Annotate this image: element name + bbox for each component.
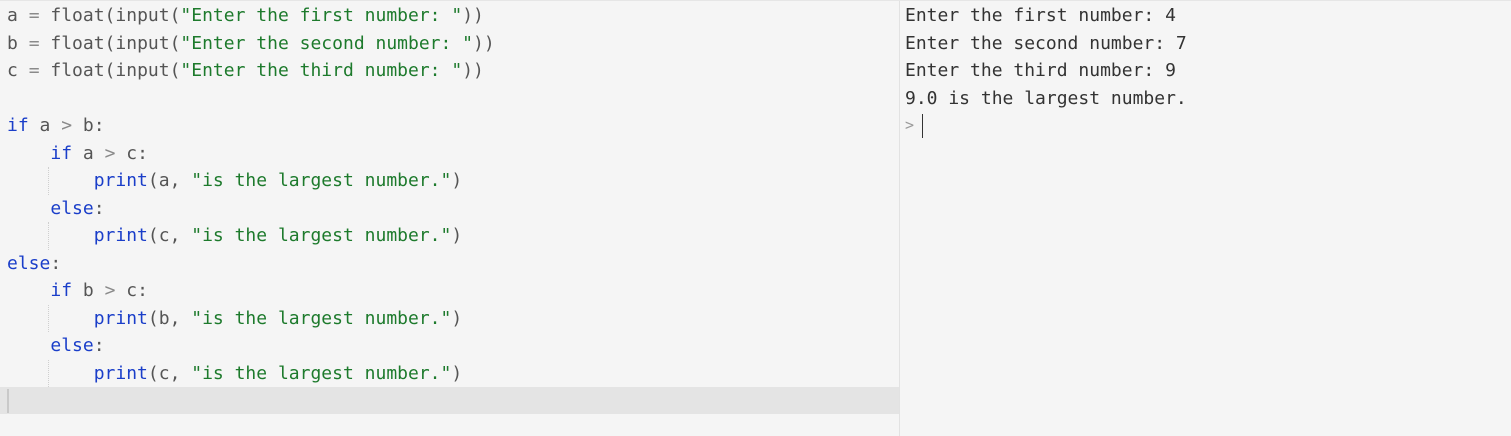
code-token: "is the largest number." [191, 362, 452, 384]
code-line[interactable]: a = float(input("Enter the first number:… [0, 2, 899, 30]
code-token: "is the largest number." [191, 170, 452, 191]
code-token: ) [451, 307, 463, 329]
console-output[interactable]: Enter the first number: 4 Enter the seco… [900, 1, 1511, 436]
code-token: > [104, 142, 116, 164]
code-line[interactable]: else: [0, 250, 899, 278]
code-token: c: [115, 280, 148, 301]
code-token: "is the largest number." [191, 307, 452, 329]
code-token: : [50, 252, 62, 274]
code-line[interactable]: print(a, "is the largest number.") [0, 167, 899, 195]
code-token: print [93, 307, 148, 329]
code-token: c: [115, 142, 148, 164]
code-token: )) [462, 60, 484, 81]
code-lines: a = float(input("Enter the first number:… [0, 2, 899, 387]
code-token: a [72, 142, 105, 164]
console-line: Enter the first number: 4 [905, 5, 1176, 26]
code-token: a [7, 5, 29, 26]
code-token: if [50, 142, 73, 164]
code-token: b: [72, 115, 105, 136]
code-token: float(input( [39, 5, 181, 26]
code-token: c [7, 60, 29, 81]
indent-guide [48, 222, 49, 250]
code-line[interactable]: print(c, "is the largest number.") [0, 222, 899, 250]
code-token: "Enter the first number: " [180, 5, 463, 26]
indent-guide [48, 167, 49, 195]
ide-window: a = float(input("Enter the first number:… [0, 0, 1511, 436]
code-token: "Enter the second number: " [180, 32, 474, 54]
code-token: (a, [147, 170, 192, 191]
code-line[interactable]: else: [0, 195, 899, 223]
code-editor[interactable]: a = float(input("Enter the first number:… [0, 1, 900, 436]
editor-cursor [7, 389, 9, 413]
console-lines: Enter the first number: 4 Enter the seco… [900, 2, 1187, 140]
code-line[interactable]: else: [0, 332, 899, 360]
code-token: = [28, 5, 40, 26]
code-token: float(input( [39, 32, 181, 54]
code-line[interactable]: c = float(input("Enter the third number:… [0, 57, 899, 85]
code-token: a [28, 115, 62, 136]
code-token: else [50, 335, 94, 356]
code-line[interactable]: if b > c: [0, 277, 899, 305]
code-token: print [93, 170, 148, 191]
console-line: Enter the second number: 7 [905, 32, 1187, 54]
code-line[interactable]: print(b, "is the largest number.") [0, 304, 899, 332]
console-line: 9.0 is the largest number. [905, 87, 1187, 109]
code-token: (c, [147, 362, 192, 384]
console-line: Enter the third number: 9 [905, 60, 1176, 81]
code-token: print [93, 362, 148, 384]
code-line[interactable] [0, 85, 899, 113]
code-line[interactable]: if a > c: [0, 140, 899, 168]
code-token: b [7, 32, 29, 54]
console-prompt: > [905, 116, 915, 134]
code-line[interactable]: print(c, "is the largest number.") [0, 359, 899, 387]
code-token: : [93, 197, 105, 219]
console-input-row[interactable]: > [900, 112, 1187, 140]
code-token: )) [462, 5, 484, 26]
console-cursor [922, 113, 924, 138]
code-token: if [7, 115, 29, 136]
code-token: ) [451, 170, 463, 191]
code-token: = [28, 60, 40, 81]
code-token: "is the largest number." [191, 225, 452, 246]
code-token: > [61, 115, 73, 136]
code-token: float(input( [39, 60, 181, 81]
code-token: if [50, 280, 73, 301]
code-token: = [28, 32, 40, 54]
code-token: > [104, 280, 116, 301]
code-line[interactable]: if a > b: [0, 112, 899, 140]
current-line-highlight [0, 387, 899, 414]
code-token: )) [473, 32, 495, 54]
indent-guide [48, 359, 49, 387]
indent-guide [48, 304, 49, 332]
code-token: (b, [147, 307, 192, 329]
code-token: else [50, 197, 94, 219]
code-token: ) [451, 362, 463, 384]
code-token: print [93, 225, 148, 246]
code-line[interactable]: b = float(input("Enter the second number… [0, 30, 899, 58]
code-token: else [7, 252, 51, 274]
code-token: ) [451, 225, 463, 246]
code-token: b [72, 280, 105, 301]
code-token: "Enter the third number: " [180, 60, 463, 81]
code-token: (c, [147, 225, 192, 246]
code-token: : [93, 335, 105, 356]
